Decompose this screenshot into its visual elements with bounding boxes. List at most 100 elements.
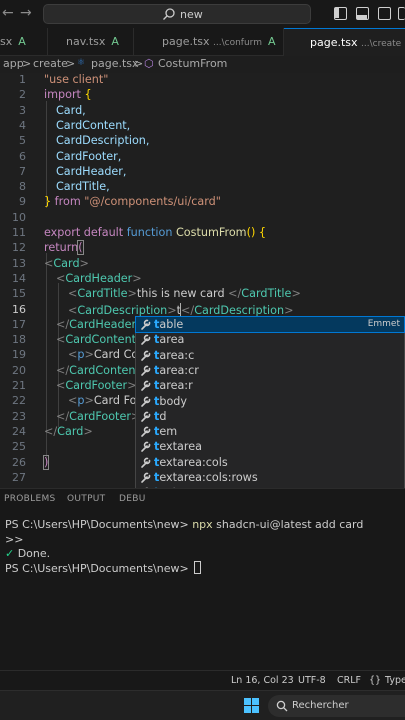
suggestion-label: tarea:c <box>154 348 195 362</box>
code-line-22: <p>Card Foo <box>68 394 144 408</box>
line-number: 15 <box>12 287 26 301</box>
code-line-9: } from "@/components/ui/card" <box>44 195 221 209</box>
chevron-right-icon: > <box>22 57 32 70</box>
encoding[interactable]: UTF-8 <box>298 675 326 686</box>
search-text: new <box>180 8 203 21</box>
line-number: 16 <box>12 302 26 316</box>
tab-label: nav.tsx <box>66 35 106 48</box>
wrench-icon <box>141 472 151 483</box>
suggestion-item[interactable]: textarea:cols:rows <box>136 470 404 485</box>
toggle-panel-icon[interactable] <box>356 7 369 20</box>
wrench-icon <box>141 457 151 468</box>
forward-arrow-icon[interactable]: → <box>20 5 32 21</box>
suggestion-label: tarea:r <box>154 379 193 393</box>
bottom-panel: PROBLEMS OUTPUT DEBU PS C:\Users\HP\Docu… <box>0 488 405 670</box>
suggestion-item[interactable]: tarea <box>136 332 404 347</box>
suggestion-label: tarea <box>154 333 185 347</box>
typescript-react-icon: ⚛ <box>77 58 86 68</box>
code-line-24: </Card> <box>44 424 93 438</box>
tab-nav-tsx[interactable]: nav.tsx A <box>48 28 134 56</box>
line-number: 10 <box>12 210 26 224</box>
chevron-right-icon: > <box>66 57 76 70</box>
check-icon: ✓ <box>5 547 15 560</box>
tab-sx[interactable]: sx A <box>0 28 48 56</box>
tab-problems[interactable]: PROBLEMS <box>4 494 56 504</box>
line-number: 20 <box>12 363 26 377</box>
code-line-7: CardHeader, <box>56 164 127 178</box>
code-line-18: <CardContent> <box>56 333 145 347</box>
line-number: 14 <box>12 271 26 285</box>
line-number: 11 <box>12 226 26 239</box>
language-mode[interactable]: Type <box>385 675 405 686</box>
line-number: 26 <box>12 455 26 469</box>
customize-layout-icon[interactable] <box>398 7 405 20</box>
line-number: 2 <box>19 88 26 102</box>
suggestion-item[interactable]: textarea <box>136 439 404 454</box>
line-number: 6 <box>19 149 26 163</box>
toggle-sidebar-icon[interactable] <box>334 7 347 20</box>
line-number: 5 <box>19 134 26 148</box>
code-line-26: ) <box>42 454 50 470</box>
wrench-icon <box>141 334 151 346</box>
suggestion-label: textarea:cols:rows <box>154 471 258 484</box>
braces-icon[interactable]: {} <box>369 675 381 686</box>
taskbar-search[interactable]: Rechercher <box>268 695 405 717</box>
breadcrumb-file[interactable]: page.tsx <box>91 57 139 70</box>
line-number: 27 <box>12 470 26 484</box>
windows-start-icon[interactable] <box>244 698 260 714</box>
wrench-icon <box>141 380 151 391</box>
code-line-17: </CardHeader> <box>56 317 145 331</box>
tab-label: sx <box>0 35 13 48</box>
wrench-icon <box>141 442 151 453</box>
code-line-4: CardContent, <box>56 118 131 132</box>
suggestion-item[interactable]: tarea:c <box>136 348 404 363</box>
line-number: 4 <box>19 118 26 132</box>
terminal-line-4[interactable]: PS C:\Users\HP\Documents\new> <box>5 561 202 575</box>
code-line-11: export default function CostumFrom() { <box>44 226 266 239</box>
suggestion-item[interactable]: tbody <box>136 394 404 409</box>
code-line-16: <CardDescription>t</CardDescription> <box>68 302 294 317</box>
breadcrumb-app[interactable]: app <box>3 57 24 70</box>
suggestion-item[interactable]: tem <box>136 424 404 439</box>
line-number: 3 <box>19 103 26 117</box>
suggestion-label: td <box>154 409 167 423</box>
code-line-1: "use client" <box>44 73 109 86</box>
tab-label: page.tsx <box>310 36 358 49</box>
tab-page-confurm[interactable]: page.tsx ...\confurm A <box>134 28 284 56</box>
line-number: 18 <box>12 333 26 347</box>
breadcrumb-symbol[interactable]: CostumFrom <box>158 57 227 70</box>
code-line-2: import { <box>44 88 92 102</box>
suggestion-item[interactable]: td <box>136 409 404 424</box>
command-center-search[interactable]: new <box>43 4 311 24</box>
modified-badge: A <box>111 35 119 48</box>
breadcrumb-create[interactable]: create <box>33 57 68 70</box>
line-ending[interactable]: CRLF <box>337 675 361 686</box>
terminal-line-3: ✓ Done. <box>5 547 51 560</box>
back-arrow-icon[interactable]: ← <box>2 5 14 21</box>
line-number: 19 <box>12 348 26 362</box>
suggestion-label: tbody <box>154 394 188 408</box>
suggestion-item[interactable]: textarea:cols <box>136 455 404 470</box>
toggle-secondary-sidebar-icon[interactable] <box>378 7 391 20</box>
modified-badge: A <box>268 35 276 48</box>
tab-output[interactable]: OUTPUT <box>67 494 105 504</box>
breadcrumb: app > create > ⚛ page.tsx > ⬡ CostumFrom <box>0 56 405 73</box>
taskbar-search-label: Rechercher <box>292 700 349 711</box>
line-number: 22 <box>12 394 26 408</box>
code-line-12: return( <box>44 240 84 256</box>
cursor-position[interactable]: Ln 16, Col 23 <box>231 675 294 686</box>
tab-debug-console[interactable]: DEBU <box>119 494 146 504</box>
tab-page-create[interactable]: page.tsx ...\create× <box>284 28 405 56</box>
suggestion-item[interactable]: tarea:cr <box>136 363 404 378</box>
line-number: 25 <box>12 440 26 454</box>
suggestion-item[interactable]: tarea:r <box>136 378 404 393</box>
code-line-3: Card, <box>56 103 86 117</box>
terminal-line-2: >> <box>5 533 24 546</box>
editor-tabs: sx A nav.tsx A page.tsx ...\confurm A page.… <box>0 28 405 56</box>
suggestion-item[interactable]: table Emmet <box>135 315 405 334</box>
tab-path: ...\create <box>361 39 402 49</box>
line-number: 12 <box>12 241 26 255</box>
suggestion-detail: Emmet <box>367 319 400 329</box>
code-line-6: CardFooter, <box>56 149 122 163</box>
code-line-19: <p>Card Con <box>68 348 146 362</box>
